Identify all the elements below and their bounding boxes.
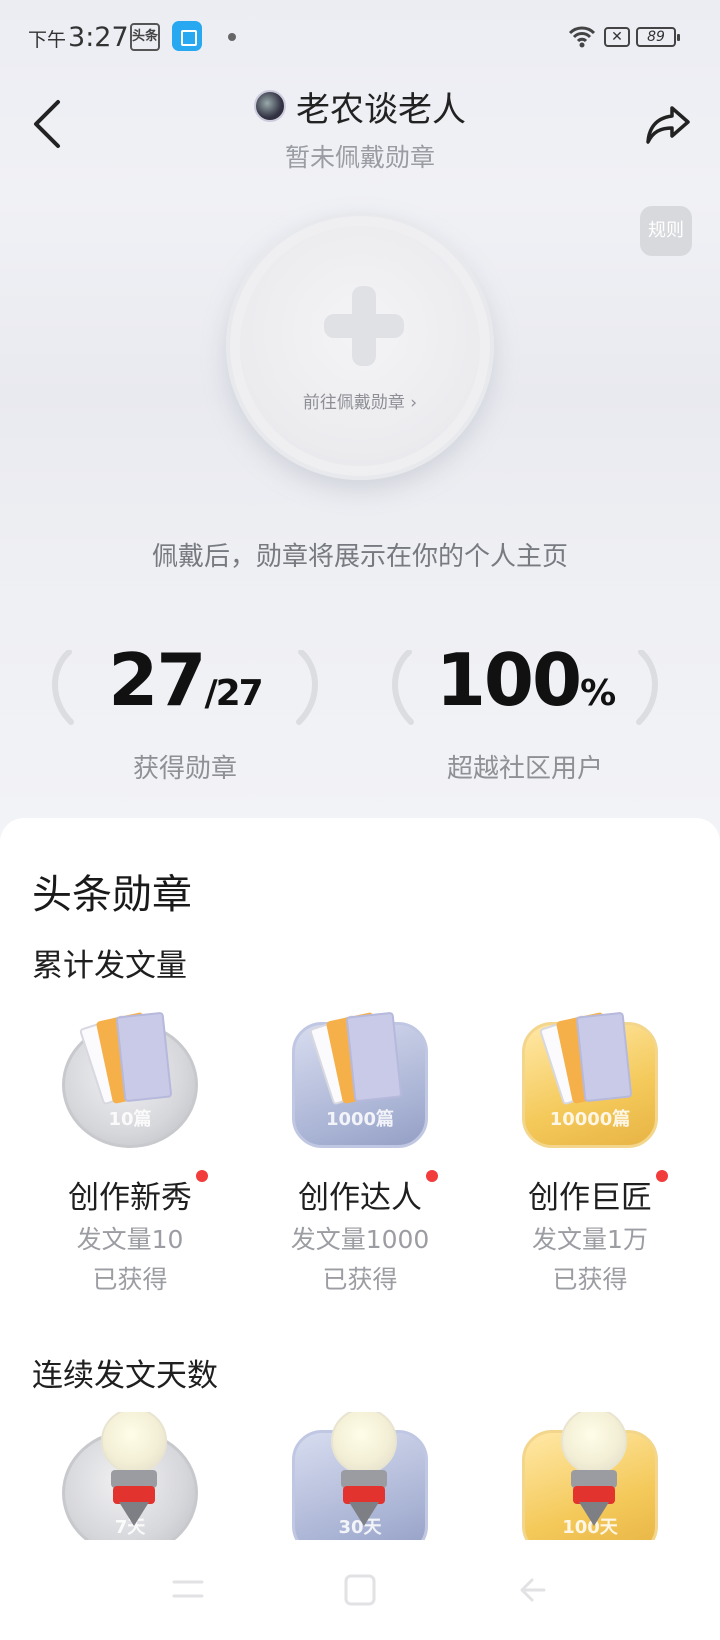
system-back-button[interactable]: [514, 1570, 554, 1610]
earned-medals-stat: 27/27 获得勋章: [35, 640, 335, 785]
username: 老农谈老人: [296, 89, 466, 130]
section-title-streak: 连续发文天数: [32, 1358, 218, 1394]
time-prefix: 下午: [28, 29, 67, 51]
medals-sheet: 头条勋章 累计发文量 10篇 创作新秀 发文量10 已获得 1000篇 创作达人…: [0, 818, 720, 1640]
book-medal-icon: 10篇: [55, 1004, 205, 1154]
laurel-right-icon: [636, 650, 658, 725]
sheet-title: 头条勋章: [32, 872, 192, 918]
new-dot-icon: [196, 1170, 208, 1182]
battery-icon: 89: [636, 27, 680, 47]
book-medal-icon: 10000篇: [515, 1004, 665, 1154]
laurel-left-icon: [392, 650, 414, 725]
community-rank-stat: 100% 超越社区用户: [375, 640, 675, 785]
wear-status-subtitle: 暂未佩戴勋章: [284, 143, 435, 172]
wear-medal-button[interactable]: 前往佩戴勋章 ›: [226, 212, 494, 480]
home-icon: [344, 1574, 376, 1606]
notification-dot-icon: [228, 33, 236, 41]
wear-hint: 佩戴后，勋章将展示在你的个人主页: [151, 542, 568, 572]
percent-label: 超越社区用户: [446, 754, 603, 784]
share-button[interactable]: [644, 100, 692, 148]
earned-total: /27: [204, 673, 263, 714]
plate-label: 1000篇: [325, 1109, 395, 1130]
badge-name: 创作新秀: [68, 1180, 192, 1216]
laurel-left-icon: [52, 650, 74, 725]
wifi-icon: [568, 26, 596, 48]
system-navbar: [0, 1540, 720, 1640]
badge-row-posts: 10篇 创作新秀 发文量10 已获得 1000篇 创作达人 发文量1000 已获…: [0, 1004, 720, 1304]
laurel-right-icon: [296, 650, 318, 725]
share-icon: [646, 106, 690, 144]
plate-label: 10000篇: [549, 1109, 631, 1130]
badge-desc: 发文量10: [76, 1225, 184, 1254]
toutiao-app-icon: 头条: [130, 23, 160, 51]
store-app-icon: [172, 21, 202, 51]
book-medal-icon: 1000篇: [285, 1004, 435, 1154]
badge-name: 创作巨匠: [528, 1180, 652, 1216]
back-icon: [520, 1578, 546, 1602]
recents-icon: [172, 1580, 204, 1598]
percent-suffix: %: [580, 673, 616, 714]
plate-label: 10篇: [108, 1109, 152, 1130]
profile-header: 老农谈老人 暂未佩戴勋章: [0, 82, 720, 174]
home-button[interactable]: [340, 1570, 380, 1610]
earned-label: 获得勋章: [132, 754, 237, 784]
rules-button[interactable]: 规则: [640, 206, 692, 256]
avatar[interactable]: [254, 90, 286, 122]
recents-button[interactable]: [168, 1570, 208, 1610]
new-dot-icon: [426, 1170, 438, 1182]
badge-item[interactable]: 1000篇 创作达人 发文量1000 已获得: [250, 1004, 470, 1297]
badge-desc: 发文量1万: [532, 1225, 648, 1254]
earned-count: 27: [108, 638, 206, 722]
badge-item[interactable]: 10000篇 创作巨匠 发文量1万 已获得: [480, 1004, 700, 1297]
badge-status: 已获得: [322, 1265, 398, 1294]
sim-x-icon: ✕: [604, 27, 630, 47]
badge-desc: 发文量1000: [290, 1225, 430, 1254]
status-bar: 下午3:27 头条 ✕ 89: [0, 0, 720, 76]
badge-name: 创作达人: [298, 1180, 422, 1216]
section-title-posts: 累计发文量: [32, 948, 187, 984]
plus-icon: [324, 286, 404, 366]
badge-status: 已获得: [92, 1265, 168, 1294]
new-dot-icon: [656, 1170, 668, 1182]
time-value: 3:27: [68, 22, 129, 53]
percent-value: 100: [435, 638, 582, 722]
badge-item[interactable]: 10篇 创作新秀 发文量10 已获得: [20, 1004, 240, 1297]
wear-medal-link[interactable]: 前往佩戴勋章 ›: [230, 388, 490, 413]
badge-status: 已获得: [552, 1265, 628, 1294]
status-time: 下午3:27: [28, 22, 129, 53]
